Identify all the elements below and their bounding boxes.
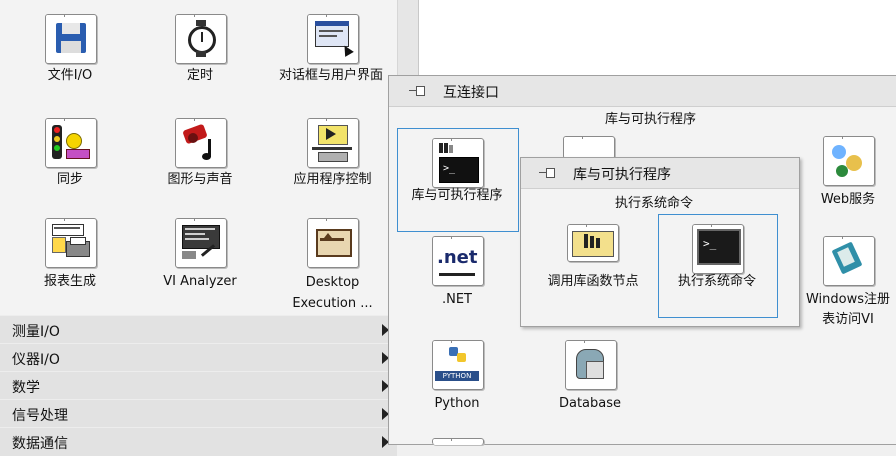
tile-label: 库与可执行程序 xyxy=(411,188,503,203)
palette-tile-app-control[interactable]: 应用程序控制 xyxy=(275,108,390,198)
category-label: 仪器I/O xyxy=(12,352,60,368)
submenu-header: 库与可执行程序 xyxy=(521,158,799,189)
tile-label: .NET xyxy=(441,292,472,307)
terminal-icon: >_ xyxy=(692,224,744,274)
palette-tile-desktop-execution[interactable]: Desktop Execution ... xyxy=(275,210,390,315)
tile-libraries-executables[interactable]: >_ 库与可执行程序 xyxy=(397,128,517,230)
report-printer-icon xyxy=(45,218,97,268)
tile-label: Database xyxy=(558,396,622,411)
tile-partial-bottom[interactable] xyxy=(397,428,517,445)
block-diagram-area xyxy=(418,0,896,75)
traffic-light-icon xyxy=(45,118,97,168)
tile-label: 定时 xyxy=(186,68,213,83)
palette-tile-sync[interactable]: 同步 xyxy=(20,108,120,198)
category-data-communication[interactable]: 数据通信 xyxy=(0,427,397,456)
vi-analyzer-icon xyxy=(175,218,227,268)
app-control-icon xyxy=(307,118,359,168)
stopwatch-icon xyxy=(175,14,227,64)
category-math[interactable]: 数学 xyxy=(0,371,397,400)
category-label: 数据通信 xyxy=(12,436,68,452)
tile-dotnet[interactable]: .net .NET xyxy=(397,234,517,314)
category-label: 测量I/O xyxy=(12,324,60,340)
partial-icon xyxy=(563,136,615,159)
call-library-icon xyxy=(567,224,619,262)
desktop-execution-icon xyxy=(307,218,359,268)
web-services-icon xyxy=(823,136,875,186)
tile-system-exec[interactable]: >_ 执行系统命令 xyxy=(658,214,776,316)
tile-label: 调用库函数节点 xyxy=(547,274,639,289)
section-label: 执行系统命令 xyxy=(615,196,694,211)
library-exe-icon: >_ xyxy=(432,138,484,188)
palette-tile-report[interactable]: 报表生成 xyxy=(20,210,120,300)
tile-label: 图形与声音 xyxy=(167,172,233,187)
category-label: 数学 xyxy=(12,380,40,396)
partial-icon xyxy=(432,438,484,445)
tile-label: Python xyxy=(434,396,480,411)
tile-label: 报表生成 xyxy=(43,274,96,289)
palette-tile-dialog-ui[interactable]: 对话框与用户界面 xyxy=(270,0,395,110)
tile-label: VI Analyzer xyxy=(163,274,237,289)
palette-tile-timing[interactable]: 定时 xyxy=(150,0,250,95)
tile-label: 文件I/O xyxy=(47,68,93,83)
tile-label: 应用程序控制 xyxy=(293,172,372,187)
pin-icon[interactable] xyxy=(539,167,555,179)
submenu-title: 库与可执行程序 xyxy=(573,167,671,183)
tile-python[interactable]: PYTHON Python xyxy=(397,338,517,418)
tile-database[interactable]: Database xyxy=(535,338,645,418)
database-icon xyxy=(565,340,617,390)
tile-call-library-function[interactable]: 调用库函数节点 xyxy=(529,214,657,314)
submenu-header: 互连接口 xyxy=(389,76,896,107)
dotnet-text: .net xyxy=(437,247,478,268)
palette-tile-graphics-sound[interactable]: 图形与声音 xyxy=(150,108,250,198)
tile-label: Windows注册表访问VI xyxy=(805,292,891,327)
functions-palette: 文件I/O 定时 对话框与用户界面 同步 图形与声音 应用程序控制 报表生成 V… xyxy=(0,0,397,456)
dialog-window-icon xyxy=(307,14,359,64)
category-instrument-io[interactable]: 仪器I/O xyxy=(0,343,397,372)
tile-hidden-partial[interactable] xyxy=(545,128,615,159)
tile-label: Web服务 xyxy=(820,192,876,207)
category-signal-processing[interactable]: 信号处理 xyxy=(0,399,397,428)
tile-label: 对话框与用户界面 xyxy=(278,68,383,83)
registry-icon xyxy=(823,236,875,286)
cmd-prompt-text: >_ xyxy=(443,163,456,174)
pin-icon[interactable] xyxy=(409,85,425,97)
dotnet-icon: .net xyxy=(432,236,484,286)
category-measurement-io[interactable]: 测量I/O xyxy=(0,315,397,344)
cmd-prompt-text: >_ xyxy=(703,237,717,250)
tile-label: Desktop Execution ... xyxy=(292,275,373,311)
submenu-libraries-executables: 库与可执行程序 执行系统命令 调用库函数节点 >_ 执行系统命令 xyxy=(520,157,800,327)
floppy-disk-icon xyxy=(45,14,97,64)
category-label: 信号处理 xyxy=(12,408,68,424)
submenu-title: 互连接口 xyxy=(443,85,499,101)
palette-tile-vi-analyzer[interactable]: VI Analyzer xyxy=(150,210,250,300)
python-icon: PYTHON xyxy=(432,340,484,390)
palette-tile-file-io[interactable]: 文件I/O xyxy=(20,0,120,95)
paint-music-icon xyxy=(175,118,227,168)
tile-web-services[interactable]: Web服务 xyxy=(803,128,893,213)
python-text: PYTHON xyxy=(435,371,479,381)
tile-windows-registry[interactable]: Windows注册表访问VI xyxy=(799,234,896,334)
section-label: 库与可执行程序 xyxy=(605,112,697,127)
tile-label: 同步 xyxy=(56,172,83,187)
tile-label: 执行系统命令 xyxy=(677,274,756,289)
